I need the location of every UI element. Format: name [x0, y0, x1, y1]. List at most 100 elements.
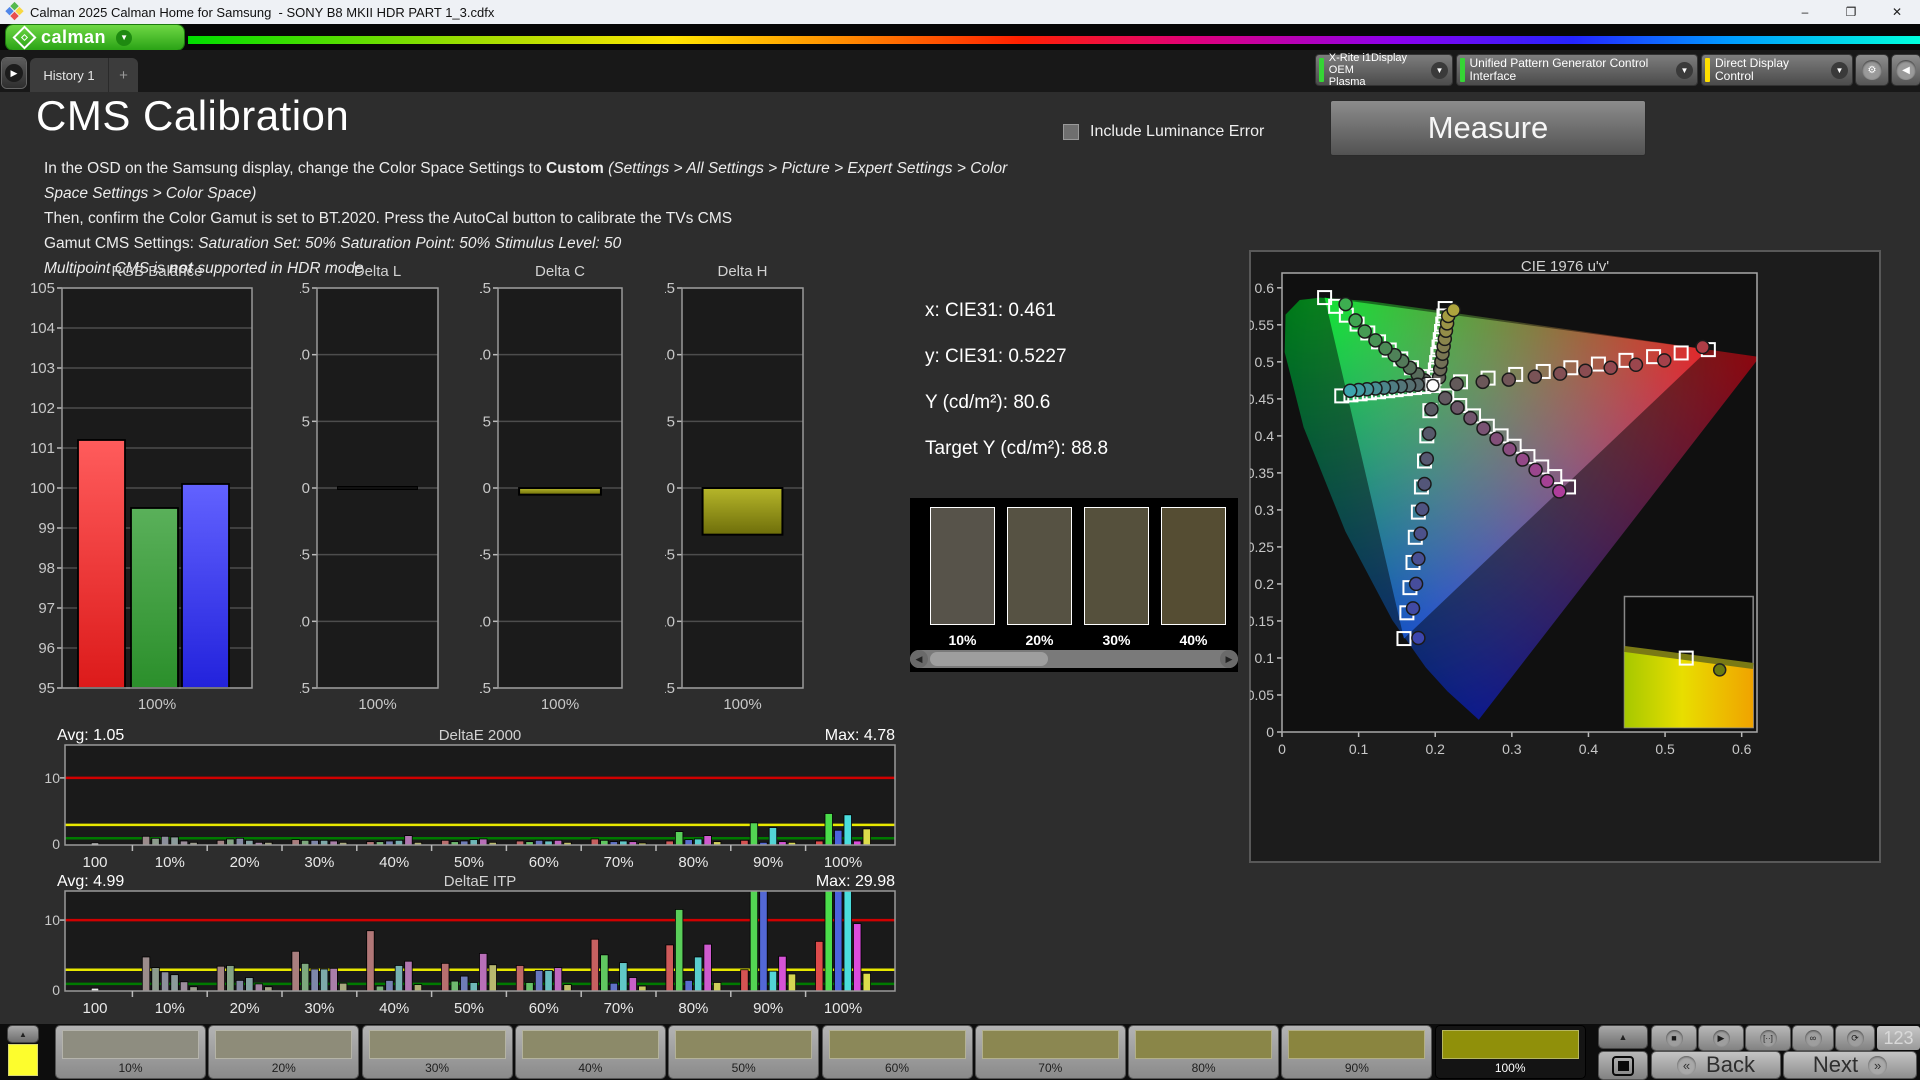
stimulus-swatch	[1442, 1030, 1579, 1059]
cie-measured-dot	[1658, 354, 1671, 367]
stimulus-label: 50%	[669, 1061, 818, 1075]
cie-measured-dot	[1369, 334, 1382, 347]
deltae-bar	[554, 968, 562, 991]
cie-measured-dot	[1420, 452, 1433, 465]
refresh-icon: ⟳	[1847, 1030, 1864, 1047]
svg-text:80%: 80%	[678, 1000, 708, 1017]
pattern-window-button[interactable]	[1599, 1052, 1647, 1079]
svg-text:20%: 20%	[230, 854, 260, 871]
svg-text:10%: 10%	[155, 1000, 185, 1017]
svg-text:20%: 20%	[230, 1000, 260, 1017]
cie-measured-dot	[1416, 503, 1429, 516]
calman-menu-button[interactable]: calman ▼	[6, 25, 184, 50]
svg-text:0.55: 0.55	[1250, 317, 1274, 333]
continuous-button[interactable]: ∞	[1793, 1026, 1833, 1050]
pattern-generator-dropdown[interactable]: Unified Pattern Generator Control Interf…	[1457, 55, 1697, 85]
expand-panel-button[interactable]: ▶	[2, 58, 26, 88]
svg-text:102: 102	[30, 400, 55, 417]
cie-measured-dot	[1629, 358, 1642, 371]
cie-measured-dot	[1407, 602, 1420, 615]
swatch-scrollbar[interactable]: ◀ ▶	[910, 650, 1238, 668]
close-button[interactable]: ✕	[1874, 0, 1920, 24]
deltae-bar	[835, 830, 843, 845]
next-button[interactable]: Next »	[1784, 1052, 1916, 1078]
pattern-size-button[interactable]: [··]	[1746, 1026, 1790, 1050]
stimulus-button-80%[interactable]: 80%	[1129, 1026, 1278, 1078]
comparison-swatch: 20%	[1007, 507, 1072, 625]
deltae-bar	[779, 956, 787, 991]
svg-text:0.45: 0.45	[1250, 391, 1274, 407]
arrow-up-icon: ▲	[1619, 1032, 1628, 1042]
maximize-button[interactable]: ❐	[1828, 0, 1874, 24]
svg-text:40%: 40%	[379, 1000, 409, 1017]
display-control-dropdown[interactable]: Direct Display Control ▼	[1702, 55, 1852, 85]
svg-text:60%: 60%	[529, 854, 559, 871]
svg-text:70%: 70%	[604, 854, 634, 871]
measure-button[interactable]: Measure	[1330, 100, 1646, 156]
add-tab-button[interactable]: +	[108, 58, 138, 92]
comparison-swatch: 30%	[1084, 507, 1149, 625]
instruction-line: In the OSD on the Samsung display, chang…	[44, 156, 1044, 206]
stimulus-button-100%[interactable]: 100%	[1436, 1026, 1585, 1078]
actual-target-swatch-panel: Actual Target 10%20%30%40% ◀ ▶	[910, 498, 1238, 672]
play-button[interactable]: ▶	[1699, 1026, 1743, 1050]
minimize-button[interactable]: –	[1782, 0, 1828, 24]
svg-text:30%: 30%	[304, 1000, 334, 1017]
svg-text:0.2: 0.2	[1255, 576, 1275, 592]
svg-text:0.5: 0.5	[1255, 354, 1275, 370]
expand-controls-button[interactable]: ▲	[1599, 1026, 1647, 1048]
deltae-bar	[255, 984, 263, 991]
svg-text:0.3: 0.3	[1255, 502, 1275, 518]
stimulus-button-90%[interactable]: 90%	[1282, 1026, 1431, 1078]
stop-button[interactable]: ■	[1652, 1026, 1696, 1050]
stimulus-button-60%[interactable]: 60%	[823, 1026, 972, 1078]
deltae-bar	[564, 985, 572, 991]
svg-text:100%: 100%	[138, 696, 176, 713]
stimulus-button-70%[interactable]: 70%	[976, 1026, 1125, 1078]
chevron-down-icon: ▼	[116, 30, 132, 46]
svg-text:100%: 100%	[541, 696, 579, 713]
collapse-sidebar-button[interactable]: ◀	[1892, 55, 1920, 85]
settings-button[interactable]: ⚙	[1856, 55, 1888, 85]
tab-history-1[interactable]: History 1	[30, 58, 108, 92]
deltae-bar	[675, 909, 683, 991]
cie-measured-dot	[1503, 443, 1516, 456]
svg-text:90%: 90%	[753, 854, 783, 871]
back-button[interactable]: « Back	[1652, 1052, 1780, 1078]
reading-y: y: CIE31: 0.5227	[925, 334, 1108, 380]
scroll-left-icon[interactable]: ◀	[910, 650, 928, 668]
deltae-bar	[844, 891, 852, 991]
stimulus-swatch	[62, 1030, 199, 1059]
stimulus-button-30%[interactable]: 30%	[363, 1026, 512, 1078]
svg-text:97: 97	[38, 600, 55, 617]
svg-text:100: 100	[82, 1000, 107, 1017]
pattern-window-icon	[1612, 1056, 1634, 1076]
deltae-bar	[788, 974, 796, 991]
stimulus-button-20%[interactable]: 20%	[209, 1026, 358, 1078]
current-pattern-swatch	[8, 1044, 38, 1076]
deltae-bar	[489, 965, 497, 991]
stimulus-button-50%[interactable]: 50%	[669, 1026, 818, 1078]
gear-icon: ⚙	[1862, 60, 1882, 80]
deltae-bar	[301, 963, 309, 991]
deltae-bar	[311, 969, 319, 991]
svg-text:0.6: 0.6	[1255, 280, 1275, 296]
include-luminance-checkbox[interactable]	[1063, 124, 1079, 140]
meter-dropdown[interactable]: X-Rite i1Display OEMPlasma ▼	[1316, 55, 1452, 85]
refresh-button[interactable]: ⟳	[1836, 1026, 1874, 1050]
stimulus-label: 90%	[1282, 1061, 1431, 1075]
svg-text:0: 0	[1278, 741, 1286, 757]
svg-text:0.5: 0.5	[1655, 741, 1675, 757]
collapse-pattern-bar-button[interactable]: ▲	[8, 1026, 38, 1042]
scrollbar-thumb[interactable]	[930, 652, 1048, 666]
cie-measured-dot	[1604, 361, 1617, 374]
deltae-bar	[470, 840, 478, 845]
svg-text:103: 103	[30, 360, 55, 377]
stimulus-button-40%[interactable]: 40%	[516, 1026, 665, 1078]
stimulus-button-10%[interactable]: 10%	[56, 1026, 205, 1078]
deltae-bar	[171, 837, 179, 845]
stimulus-label: 40%	[516, 1061, 665, 1075]
svg-text:10: 10	[44, 770, 60, 786]
scroll-right-icon[interactable]: ▶	[1220, 650, 1238, 668]
deltae-bar	[161, 972, 169, 991]
